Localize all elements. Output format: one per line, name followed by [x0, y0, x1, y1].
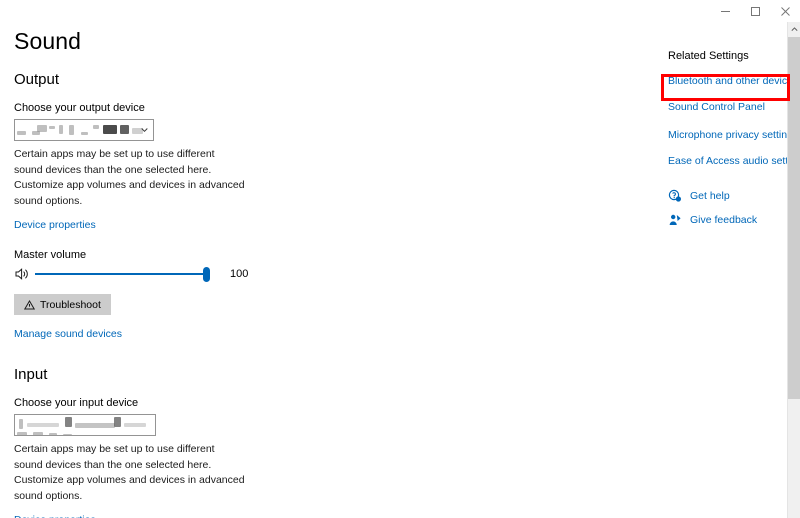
input-help-text: Certain apps may be set up to use differ…	[14, 443, 245, 502]
vertical-scrollbar[interactable]	[787, 22, 800, 518]
related-link-ease-of-access-audio-settings[interactable]: Ease of Access audio settings	[668, 155, 800, 167]
speaker-icon	[14, 266, 30, 282]
redacted-text	[49, 126, 55, 129]
redacted-text	[114, 417, 121, 428]
close-icon	[780, 6, 791, 17]
related-link-microphone-privacy-settings[interactable]: Microphone privacy settings	[668, 129, 798, 141]
settings-page: Sound Output Choose your output device C…	[0, 22, 800, 518]
redacted-text	[65, 417, 72, 428]
minimize-icon	[720, 6, 731, 17]
redacted-text	[17, 131, 26, 135]
get-help-label: Get help	[690, 190, 730, 202]
output-section-heading: Output	[14, 71, 60, 88]
output-help-text: Certain apps may be set up to use differ…	[14, 148, 245, 207]
scrollbar-thumb[interactable]	[788, 37, 800, 399]
master-volume-value: 100	[230, 268, 249, 281]
redacted-text	[49, 433, 57, 436]
redacted-text	[27, 423, 59, 428]
output-device-properties-link[interactable]: Device properties	[14, 219, 96, 231]
redacted-text	[17, 432, 27, 436]
master-volume-row: 100	[14, 266, 254, 283]
page-title: Sound	[14, 28, 82, 54]
master-volume-slider[interactable]	[35, 266, 210, 283]
redacted-text	[103, 125, 117, 134]
output-device-select[interactable]	[14, 119, 154, 141]
redacted-text	[33, 432, 43, 436]
settings-main-column: Sound Output Choose your output device C…	[14, 22, 254, 518]
help-icon	[668, 189, 682, 203]
warning-triangle-icon	[23, 299, 36, 310]
maximize-icon	[750, 6, 761, 17]
title-bar	[0, 0, 800, 22]
redacted-text	[120, 125, 129, 134]
input-section-heading: Input	[14, 366, 48, 384]
related-settings-heading: Related Settings	[668, 50, 749, 62]
minimize-button[interactable]	[710, 0, 740, 22]
redacted-text	[81, 132, 88, 135]
redacted-text	[19, 419, 23, 430]
related-settings-panel: Related Settings Bluetooth and other dev…	[668, 50, 800, 237]
related-link-bluetooth-and-other-devices[interactable]: Bluetooth and other devices	[668, 75, 798, 87]
close-button[interactable]	[770, 0, 800, 22]
support-links-group: Get help Give feedback	[668, 189, 788, 227]
scroll-up-arrow-icon[interactable]	[788, 22, 800, 37]
output-manage-sound-devices-link[interactable]: Manage sound devices	[14, 328, 122, 340]
input-device-select[interactable]	[14, 414, 156, 437]
input-device-label: Choose your input device	[14, 397, 139, 410]
redacted-text	[63, 434, 72, 436]
give-feedback-label: Give feedback	[690, 214, 758, 226]
output-device-label: Choose your output device	[14, 102, 145, 114]
slider-thumb[interactable]	[203, 267, 210, 283]
input-device-properties-link[interactable]: Device properties	[14, 514, 96, 518]
feedback-icon	[668, 213, 682, 227]
related-link-sound-control-panel[interactable]: Sound Control Panel	[668, 101, 788, 113]
redacted-text	[93, 125, 99, 129]
redacted-text	[37, 125, 47, 132]
redacted-text	[69, 125, 74, 135]
redacted-text	[75, 423, 115, 429]
redacted-text	[124, 423, 146, 428]
redacted-text	[59, 125, 63, 134]
give-feedback-link[interactable]: Give feedback	[668, 213, 788, 227]
output-troubleshoot-button[interactable]: Troubleshoot	[14, 294, 111, 316]
master-volume-label: Master volume	[14, 249, 87, 262]
output-troubleshoot-label: Troubleshoot	[40, 298, 101, 311]
maximize-button[interactable]	[740, 0, 770, 22]
get-help-link[interactable]: Get help	[668, 189, 788, 203]
slider-track-fill	[35, 273, 210, 276]
chevron-down-icon	[141, 127, 148, 134]
